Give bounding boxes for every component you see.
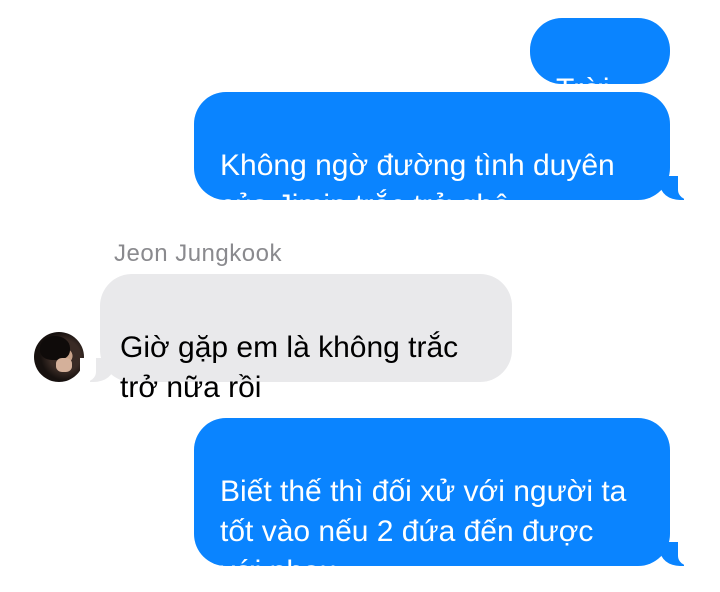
incoming-message-bubble[interactable]: Giờ gặp em là không trắc trở nữa rồi (100, 274, 512, 404)
bubble-tail (660, 176, 694, 200)
outgoing-message-bubble[interactable]: Trời ơi (530, 18, 670, 146)
bubble-tail (660, 542, 694, 566)
message-text: Không ngờ đường tình duyên của Jimin trắ… (220, 149, 615, 222)
message-text: Giờ gặp em là không trắc trở nữa rồi (120, 331, 459, 404)
message-text: Biết thế thì đối xử với người ta tốt vào… (220, 475, 627, 588)
outgoing-message-bubble[interactable]: Biết thế thì đối xử với người ta tốt vào… (194, 418, 670, 588)
avatar-photo-detail (56, 358, 72, 372)
message-thread: Trời ơi Không ngờ đường tình duyên của J… (0, 0, 720, 592)
bubble-tail (80, 358, 114, 382)
outgoing-message-bubble[interactable]: Không ngờ đường tình duyên của Jimin trắ… (194, 92, 670, 222)
avatar-photo (40, 336, 70, 360)
avatar[interactable] (34, 332, 84, 382)
sender-name: Jeon Jungkook (114, 240, 282, 267)
